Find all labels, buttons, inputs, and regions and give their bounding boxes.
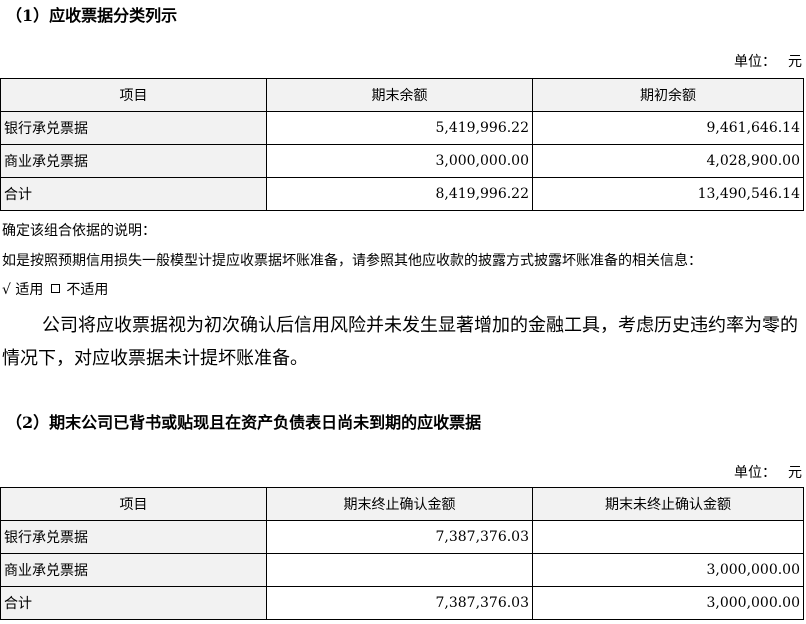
unit-label: 单位： — [734, 465, 776, 481]
row-not-derecognized: 3,000,000.00 — [532, 586, 804, 620]
unchecked-box-icon — [51, 284, 61, 293]
header-not-derecognized: 期末未终止确认金额 — [532, 487, 804, 521]
section1-heading: （1）应收票据分类列示 — [6, 6, 178, 25]
row-ending-balance: 5,419,996.22 — [266, 111, 533, 145]
row-beginning-balance: 4,028,900.00 — [532, 144, 804, 178]
row-beginning-balance: 9,461,646.14 — [532, 111, 804, 145]
unit-label: 单位： — [734, 54, 776, 70]
row-item: 银行承兑票据 — [0, 520, 267, 554]
table-row: 商业承兑票据 3,000,000.00 — [0, 553, 804, 587]
impairment-paragraph: 公司将应收票据视为初次确认后信用风险并未发生显著增加的金融工具，考虑历史违约率为… — [2, 309, 804, 375]
header-item: 项目 — [0, 78, 267, 112]
row-not-derecognized: 3,000,000.00 — [532, 553, 804, 587]
not-applicable-label: 不适用 — [66, 282, 109, 298]
section1-unit: 单位： 元 — [734, 51, 802, 71]
unit-value: 元 — [788, 54, 802, 70]
notes-receivable-table: 项目 期末余额 期初余额 银行承兑票据 5,419,996.22 9,461,6… — [0, 78, 804, 211]
paragraph-text: 公司将应收票据视为初次确认后信用风险并未发生显著增加的金融工具，考虑历史违约率为… — [2, 315, 798, 369]
row-ending-balance: 3,000,000.00 — [266, 144, 533, 178]
table-total-row: 合计 7,387,376.03 3,000,000.00 — [0, 586, 804, 620]
row-item: 合计 — [0, 586, 267, 620]
header-beginning-balance: 期初余额 — [532, 78, 804, 112]
row-derecognized — [266, 553, 533, 587]
row-item: 银行承兑票据 — [0, 111, 267, 145]
row-beginning-balance: 13,490,546.14 — [532, 177, 804, 211]
basis-note: 确定该组合依据的说明： — [2, 223, 156, 239]
applicable-label: 适用 — [15, 282, 44, 298]
table-header-row: 项目 期末余额 期初余额 — [0, 78, 804, 112]
section2-heading: （2）期末公司已背书或贴现且在资产负债表日尚未到期的应收票据 — [6, 413, 482, 432]
table-total-row: 合计 8,419,996.22 13,490,546.14 — [0, 177, 804, 211]
row-item: 商业承兑票据 — [0, 144, 267, 178]
header-ending-balance: 期末余额 — [266, 78, 533, 112]
table-row: 银行承兑票据 5,419,996.22 9,461,646.14 — [0, 111, 804, 145]
header-item: 项目 — [0, 487, 267, 521]
row-item: 合计 — [0, 177, 267, 211]
header-derecognized: 期末终止确认金额 — [266, 487, 533, 521]
check-mark-icon: √ — [2, 282, 11, 298]
table-row: 银行承兑票据 7,387,376.03 — [0, 520, 804, 554]
section2-unit: 单位： 元 — [734, 462, 802, 482]
table-header-row: 项目 期末终止确认金额 期末未终止确认金额 — [0, 487, 804, 521]
unit-value: 元 — [788, 465, 802, 481]
model-note: 如是按照预期信用损失一般模型计提应收票据坏账准备，请参照其他应收款的披露方式披露… — [2, 253, 702, 269]
row-not-derecognized — [532, 520, 804, 554]
table-row: 商业承兑票据 3,000,000.00 4,028,900.00 — [0, 144, 804, 178]
applicability-line: √ 适用 不适用 — [2, 279, 108, 299]
row-derecognized: 7,387,376.03 — [266, 586, 533, 620]
endorsed-discounted-table: 项目 期末终止确认金额 期末未终止确认金额 银行承兑票据 7,387,376.0… — [0, 487, 804, 620]
row-ending-balance: 8,419,996.22 — [266, 177, 533, 211]
row-derecognized: 7,387,376.03 — [266, 520, 533, 554]
row-item: 商业承兑票据 — [0, 553, 267, 587]
